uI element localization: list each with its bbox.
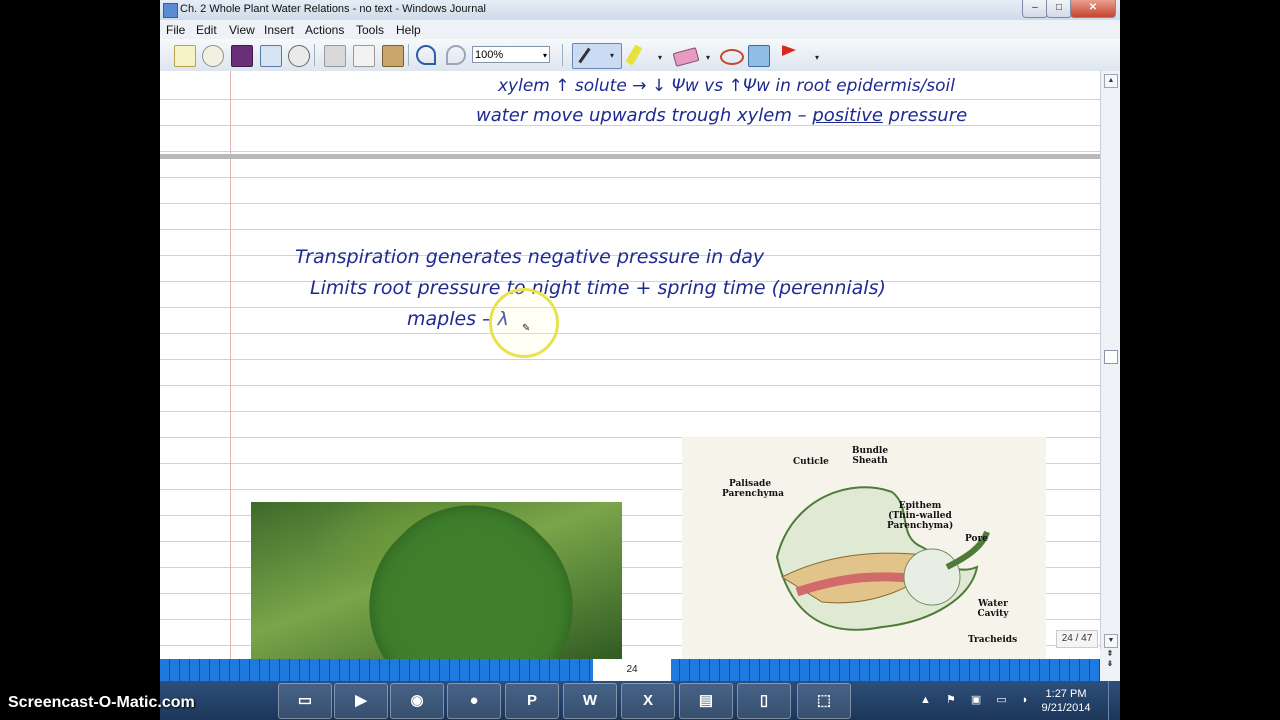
diagram-label-water-cavity: Water Cavity xyxy=(977,599,1009,619)
margin-line xyxy=(230,71,231,659)
open-icon[interactable] xyxy=(202,45,224,67)
taskbar-firefox-icon[interactable]: ● xyxy=(447,683,501,719)
handwriting-line-4: Limits root pressure to night time + spr… xyxy=(310,277,886,299)
toolbar-separator xyxy=(562,44,563,66)
leaf-cross-section-illustration xyxy=(775,486,990,631)
taskbar: ▭ ▶ ◉ ● P W X ▤ ▯ ⬚ ▲ ⚑ ▣ ▭ ◗ 1:27 PM 9/… xyxy=(160,681,1120,720)
window-title: Ch. 2 Whole Plant Water Relations - no t… xyxy=(180,3,486,15)
leaf-image xyxy=(329,502,613,659)
diagram-label-bundle-sheath: Bundle Sheath xyxy=(851,446,889,466)
handwriting-line-1: xylem ↑ solute → ↓ Ψw vs ↑Ψw in root epi… xyxy=(498,76,955,96)
maximize-button[interactable]: □ xyxy=(1046,0,1072,18)
menu-file[interactable]: File xyxy=(166,23,185,37)
chevron-down-icon[interactable]: ▾ xyxy=(706,53,710,62)
page-nav-arrows[interactable]: ⇞ ⇟ xyxy=(1100,649,1120,681)
minimize-button[interactable]: – xyxy=(1022,0,1048,18)
menu-actions[interactable]: Actions xyxy=(305,23,344,37)
taskbar-notes-icon[interactable]: ▤ xyxy=(679,683,733,719)
taskbar-word-icon[interactable]: W xyxy=(563,683,617,719)
chevron-down-icon[interactable]: ▾ xyxy=(658,53,662,62)
menu-edit[interactable]: Edit xyxy=(196,23,217,37)
scroll-up-arrow-icon[interactable]: ▲ xyxy=(1104,74,1118,88)
taskbar-clock[interactable]: 1:27 PM 9/21/2014 xyxy=(1036,687,1096,715)
handwriting-line-2: water move upwards trough xylem – positi… xyxy=(476,105,967,126)
diagram-label-palisade: Palisade Parenchyma xyxy=(722,479,784,499)
handwriting-line-3: Transpiration generates negative pressur… xyxy=(295,246,765,268)
menu-tools[interactable]: Tools xyxy=(356,23,384,37)
menu-bar: File Edit View Insert Actions Tools Help xyxy=(160,20,1120,39)
hydathode-diagram[interactable]: Cuticle Bundle Sheath Palisade Parenchym… xyxy=(682,437,1046,659)
title-bar: Ch. 2 Whole Plant Water Relations - no t… xyxy=(160,0,1120,21)
previous-page-icon[interactable]: ⇞ xyxy=(1100,649,1120,659)
menu-view[interactable]: View xyxy=(229,23,255,37)
windows-journal-window: Ch. 2 Whole Plant Water Relations - no t… xyxy=(160,0,1120,720)
find-icon[interactable] xyxy=(288,45,310,67)
toolbar-separator xyxy=(408,44,409,66)
diagram-label-tracheids: Tracheids xyxy=(968,635,1018,645)
diagram-label-cuticle: Cuticle xyxy=(793,457,829,467)
toolbar-separator xyxy=(314,44,315,66)
toolbar: 100% ▾ ▾ ▾ ▾ ▾ xyxy=(160,39,1120,72)
taskbar-powerpoint-icon[interactable]: P xyxy=(505,683,559,719)
taskbar-chrome-icon[interactable]: ◉ xyxy=(390,683,444,719)
journal-app-icon xyxy=(163,3,178,18)
scroll-thumb[interactable] xyxy=(1104,350,1118,364)
vertical-scrollbar[interactable]: ▲ ▼ xyxy=(1100,71,1120,659)
clock-time: 1:27 PM xyxy=(1045,688,1087,700)
next-page-icon[interactable]: ⇟ xyxy=(1100,659,1120,669)
page-navigation-strip[interactable]: 24 xyxy=(160,659,1100,681)
taskbar-excel-icon[interactable]: X xyxy=(621,683,675,719)
paste-icon[interactable] xyxy=(382,45,404,67)
scroll-down-arrow-icon[interactable]: ▼ xyxy=(1104,634,1118,648)
highlighter-icon[interactable] xyxy=(625,44,643,66)
save-icon[interactable] xyxy=(231,45,253,67)
close-button[interactable]: ✕ xyxy=(1070,0,1116,18)
chevron-down-icon: ▾ xyxy=(542,51,547,60)
send-icon[interactable] xyxy=(260,45,282,67)
chevron-down-icon[interactable]: ▾ xyxy=(610,51,614,60)
menu-insert[interactable]: Insert xyxy=(264,23,294,37)
pen-tool-button[interactable]: ▾ xyxy=(572,43,622,69)
note-page[interactable]: xylem ↑ solute → ↓ Ψw vs ↑Ψw in root epi… xyxy=(160,71,1100,659)
taskbar-journal-icon[interactable]: ▯ xyxy=(737,683,791,719)
screencast-watermark: Screencast-O-Matic.com xyxy=(8,694,195,711)
lasso-select-icon[interactable] xyxy=(720,49,744,65)
copy-icon[interactable] xyxy=(353,45,375,67)
diagram-label-epithem: Epithem (Thin-walled Parenchyma) xyxy=(887,501,954,531)
clock-date: 9/21/2014 xyxy=(1041,702,1091,714)
zoom-select[interactable]: 100% ▾ xyxy=(472,46,550,63)
handwriting-underlined-word: positive xyxy=(812,105,883,126)
new-note-icon[interactable] xyxy=(174,45,196,67)
show-desktop-button[interactable] xyxy=(1108,681,1120,720)
undo-icon[interactable] xyxy=(416,45,436,65)
eraser-icon[interactable] xyxy=(672,47,700,67)
taskbar-file-explorer-icon[interactable]: ▭ xyxy=(278,683,332,719)
cut-icon[interactable] xyxy=(324,45,346,67)
pen-icon xyxy=(578,47,591,64)
pen-cursor-icon: ✎ xyxy=(522,323,531,334)
taskbar-media-player-icon[interactable]: ▶ xyxy=(334,683,388,719)
redo-icon[interactable] xyxy=(446,45,466,65)
chevron-down-icon[interactable]: ▾ xyxy=(815,53,819,62)
current-page-tab[interactable]: 24 xyxy=(593,659,671,681)
page-number-indicator: 24 / 47 xyxy=(1056,630,1098,648)
zoom-value: 100% xyxy=(475,49,504,61)
insert-space-icon[interactable] xyxy=(748,45,770,67)
menu-help[interactable]: Help xyxy=(396,23,421,37)
flag-icon[interactable] xyxy=(782,45,796,56)
page-break xyxy=(160,154,1100,159)
system-tray[interactable]: ▲ ⚑ ▣ ▭ ◗ xyxy=(920,693,1034,706)
taskbar-snipping-icon[interactable]: ⬚ xyxy=(797,683,851,719)
diagram-label-pore: Pore xyxy=(965,534,988,544)
strawberry-leaf-photo[interactable] xyxy=(251,502,622,659)
handwriting-line-2-end: pressure xyxy=(882,105,968,126)
handwriting-line-2-text: water move upwards trough xylem – xyxy=(476,105,813,126)
